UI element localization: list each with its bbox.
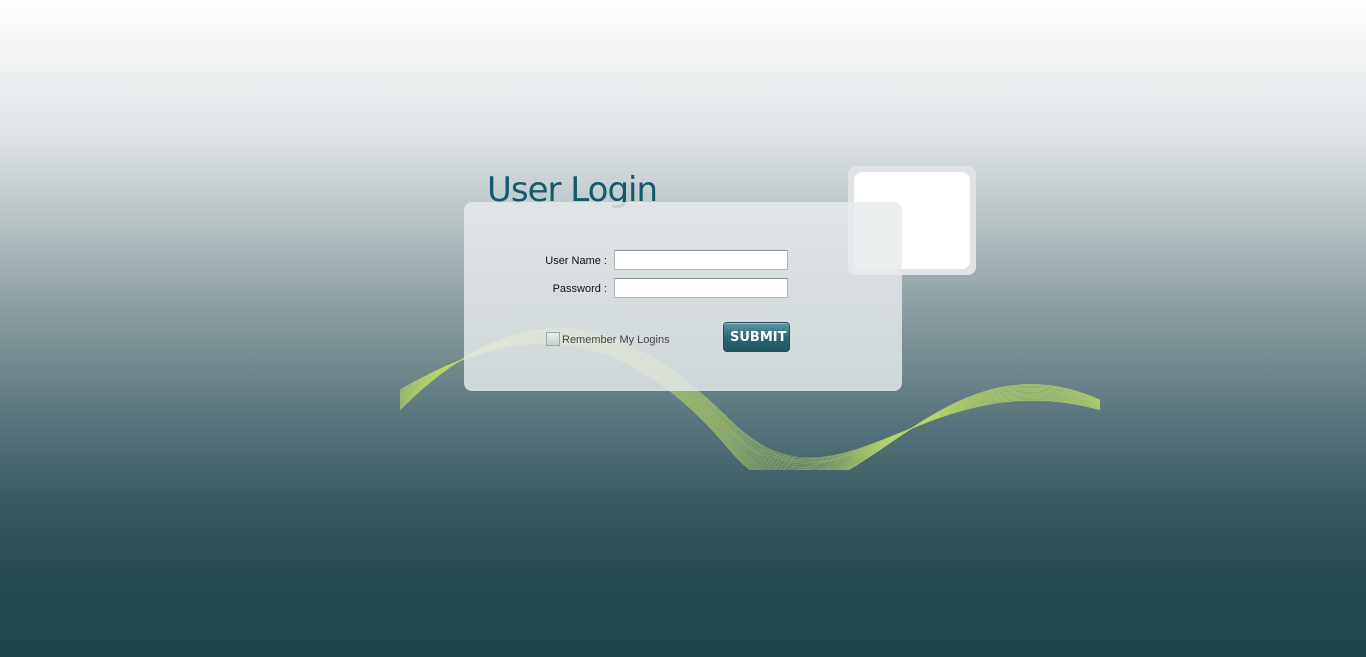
remember-checkbox[interactable] — [546, 332, 560, 346]
password-label: Password : — [552, 283, 607, 295]
username-label: User Name : — [545, 255, 607, 267]
submit-button[interactable]: SUBMIT — [723, 322, 790, 352]
remember-label[interactable]: Remember My Logins — [562, 334, 670, 346]
username-input[interactable] — [614, 250, 788, 270]
password-input[interactable] — [614, 278, 788, 298]
